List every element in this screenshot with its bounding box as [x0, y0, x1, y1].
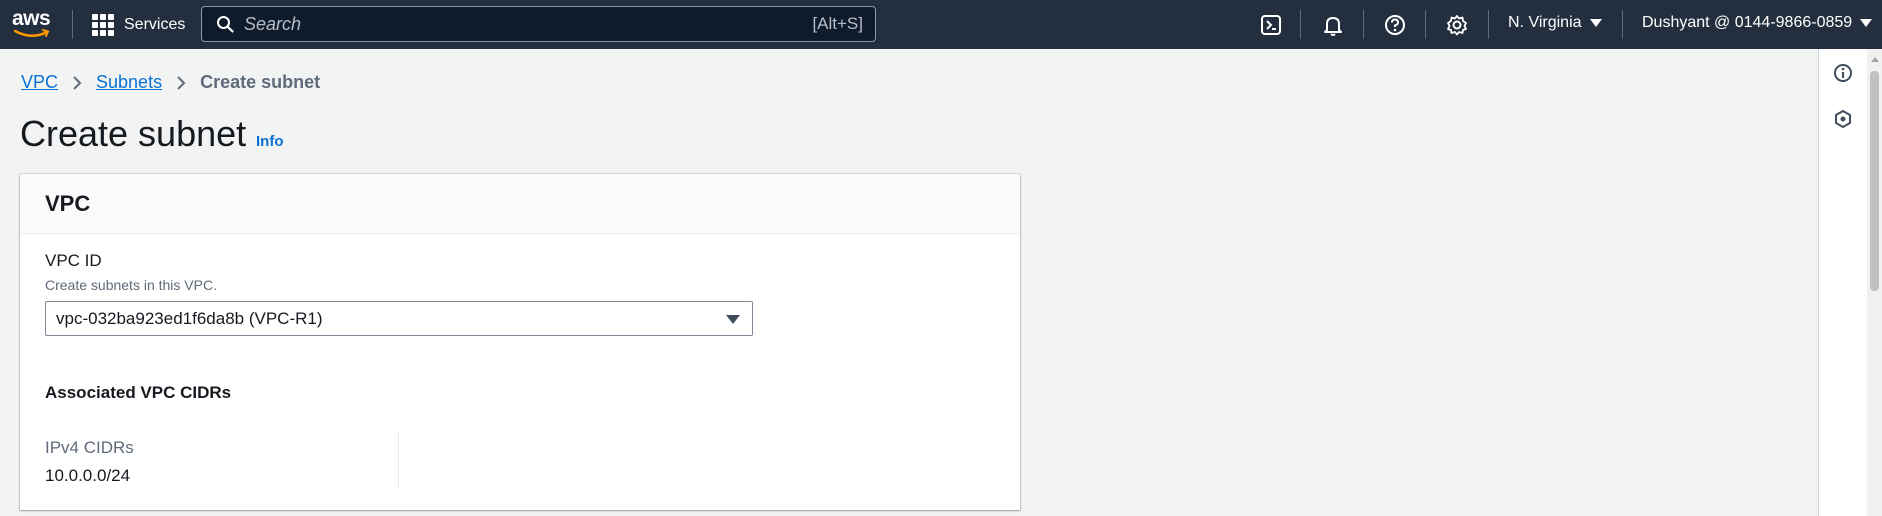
breadcrumb-link-subnets[interactable]: Subnets	[96, 72, 162, 93]
ipv4-cidrs-value: 10.0.0.0/24	[45, 466, 131, 485]
help-icon[interactable]	[1382, 12, 1408, 38]
tutorial-panel-icon[interactable]	[1832, 108, 1854, 130]
region-selector[interactable]: N. Virginia	[1508, 14, 1602, 32]
top-navigation: aws Services [Alt+S]	[0, 0, 1882, 49]
scroll-up-icon[interactable]	[1871, 57, 1879, 62]
info-link[interactable]: Info	[256, 133, 284, 150]
caret-down-icon	[1860, 19, 1873, 27]
nav-divider	[1363, 10, 1364, 39]
chevron-right-icon	[176, 75, 186, 91]
chevron-right-icon	[72, 75, 82, 91]
associated-cidrs-title: Associated VPC CIDRs	[45, 383, 232, 402]
search-shortcut-hint: [Alt+S]	[812, 14, 863, 33]
gear-icon[interactable]	[1444, 12, 1470, 38]
vpc-container: VPC VPC ID Create subnets in this VPC. v…	[20, 174, 1020, 510]
services-menu-button[interactable]: Services	[92, 12, 185, 38]
vpc-id-select[interactable]: vpc-032ba923ed1f6da8b (VPC-R1)	[45, 301, 753, 336]
nav-divider	[1622, 10, 1623, 39]
region-label: N. Virginia	[1508, 14, 1582, 31]
ipv4-cidrs-label: IPv4 CIDRs	[45, 438, 134, 457]
caret-down-icon	[1589, 19, 1602, 27]
column-divider	[398, 432, 399, 488]
search-input[interactable]	[244, 13, 813, 35]
cloudshell-icon[interactable]	[1258, 12, 1284, 38]
aws-smile-icon	[14, 29, 50, 37]
search-icon	[217, 16, 234, 33]
scrollbar-thumb[interactable]	[1870, 71, 1879, 291]
vpc-id-label: VPC ID	[45, 251, 102, 270]
breadcrumb: VPC Subnets Create subnet	[21, 72, 320, 93]
grid-icon	[92, 14, 114, 36]
account-label: Dushyant @ 0144-9866-0859	[1642, 14, 1853, 31]
breadcrumb-current: Create subnet	[200, 72, 321, 92]
nav-divider	[1488, 10, 1489, 39]
vpc-id-description: Create subnets in this VPC.	[45, 277, 217, 293]
breadcrumb-link-vpc[interactable]: VPC	[21, 72, 58, 93]
nav-divider	[72, 10, 73, 39]
nav-divider	[1300, 10, 1301, 39]
vpc-id-selected-value: vpc-032ba923ed1f6da8b (VPC-R1)	[56, 308, 323, 328]
aws-logo[interactable]: aws	[12, 7, 54, 39]
vpc-container-header: VPC	[20, 174, 1020, 234]
nav-divider	[1425, 10, 1426, 39]
page-scrollbar[interactable]	[1867, 49, 1882, 516]
aws-logo-text: aws	[12, 7, 51, 30]
caret-down-icon	[726, 315, 740, 324]
account-menu[interactable]: Dushyant @ 0144-9866-0859	[1642, 14, 1873, 32]
search-bar[interactable]: [Alt+S]	[201, 6, 876, 42]
info-panel-icon[interactable]	[1832, 62, 1854, 84]
right-tools-panel	[1818, 49, 1867, 516]
services-label: Services	[124, 16, 186, 33]
vpc-section-title: VPC	[45, 190, 91, 216]
bell-icon[interactable]	[1320, 12, 1346, 38]
page-title: Create subnet	[20, 113, 247, 154]
